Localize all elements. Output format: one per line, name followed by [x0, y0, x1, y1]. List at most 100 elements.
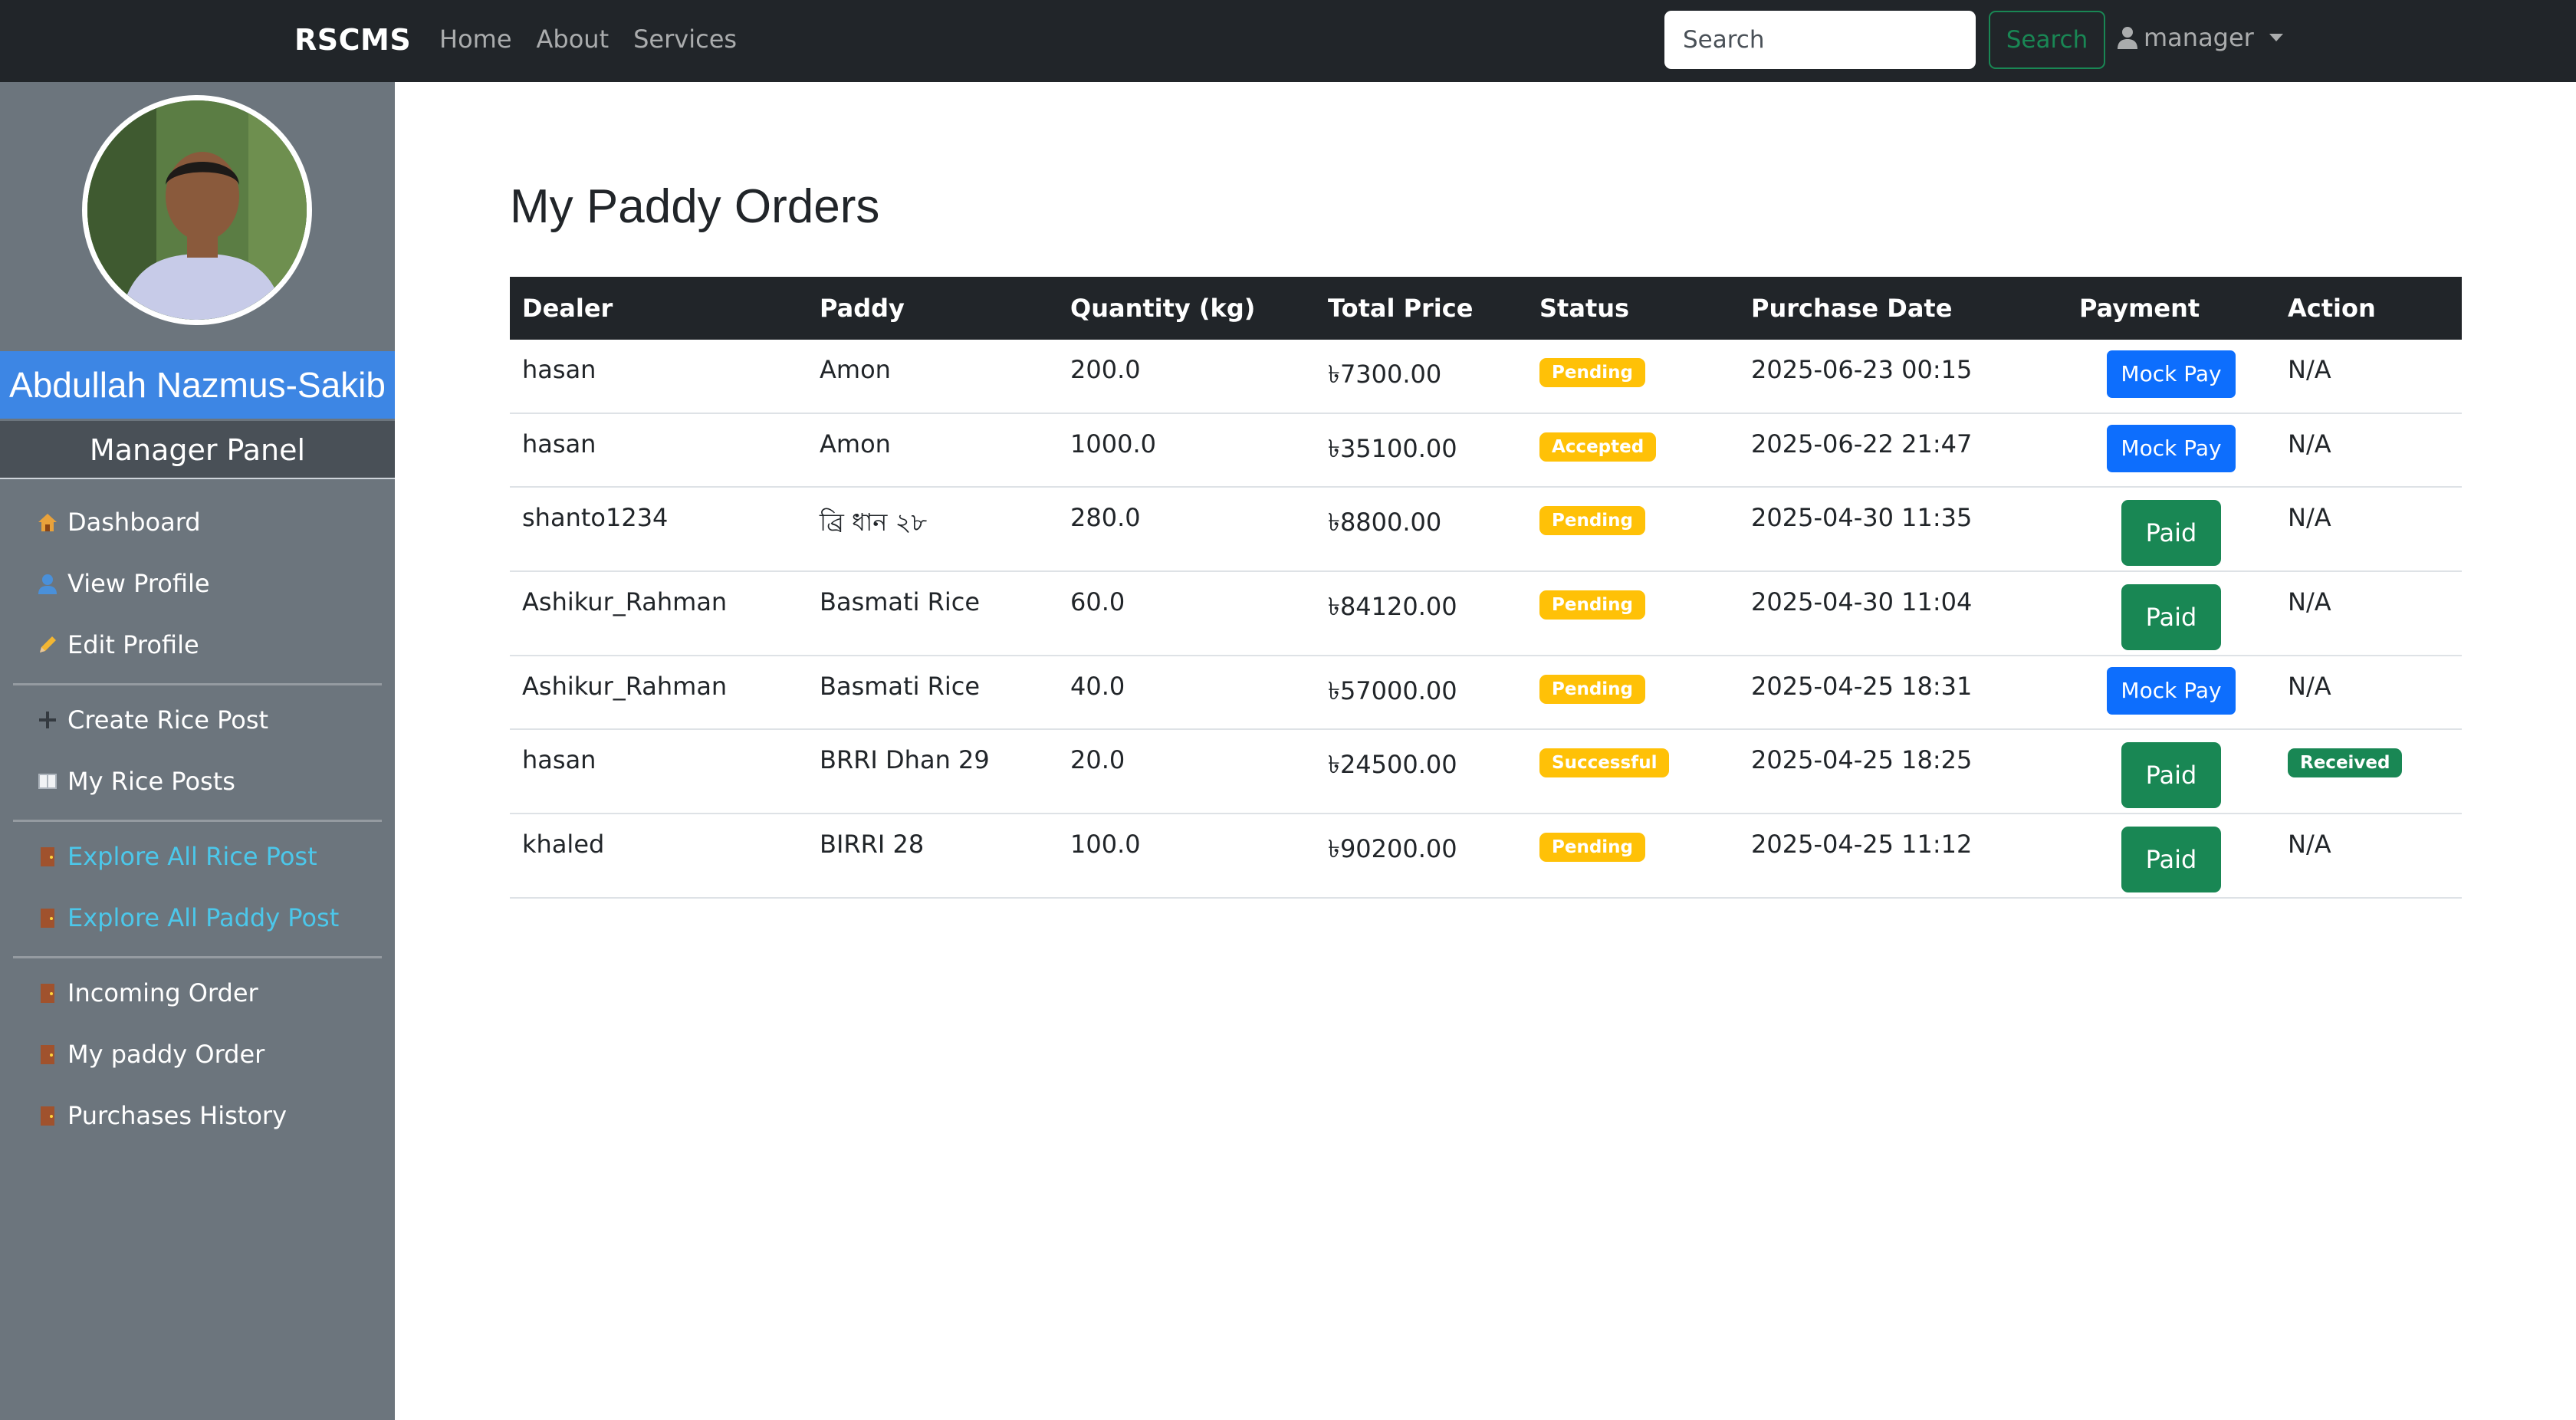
cell-status: Pending	[1527, 487, 1739, 572]
table-row: Ashikur_Rahman Basmati Rice 60.0 ৳84120.…	[510, 571, 2462, 656]
user-icon	[2118, 26, 2137, 49]
chevron-down-icon	[2269, 34, 2283, 41]
cell-total-price: ৳8800.00	[1316, 487, 1527, 572]
sidebar-item-view-profile[interactable]: View Profile	[35, 569, 210, 598]
cell-purchase-date: 2025-04-30 11:35	[1739, 487, 2067, 572]
cell-dealer: khaled	[510, 814, 807, 899]
cell-status: Accepted	[1527, 413, 1739, 488]
sidebar-item-label: Explore All Paddy Post	[67, 903, 340, 932]
status-badge: Pending	[1539, 506, 1646, 535]
column-header-dealer: Dealer	[522, 294, 613, 323]
cell-total-price: ৳84120.00	[1316, 571, 1527, 656]
paid-button[interactable]: Paid	[2121, 827, 2222, 892]
search-input[interactable]	[1664, 11, 1976, 69]
table-row: hasan Amon 200.0 ৳7300.00 Pending 2025-0…	[510, 340, 2462, 414]
sidebar-item-label: View Profile	[67, 569, 210, 598]
sidebar-item-explore-rice[interactable]: Explore All Rice Post	[35, 842, 317, 871]
status-badge: Pending	[1539, 675, 1646, 704]
table-header-row: Dealer Paddy Quantity (kg) Total Price S…	[510, 277, 2462, 340]
nav-link-home[interactable]: Home	[439, 25, 512, 54]
sidebar-item-create-rice-post[interactable]: Create Rice Post	[35, 705, 268, 735]
cell-action: N/A	[2275, 413, 2462, 488]
cell-payment: Paid	[2067, 729, 2275, 814]
user-label: manager	[2144, 23, 2254, 52]
sidebar-item-label: Incoming Order	[67, 978, 258, 1007]
cell-paddy: ব্রি ধান ২৮	[807, 487, 1058, 572]
cell-purchase-date: 2025-04-30 11:04	[1739, 571, 2067, 656]
top-navbar: RSCMS Home About Services Search manager	[0, 0, 2576, 82]
sidebar-item-label: Explore All Rice Post	[67, 842, 317, 871]
mock-pay-button[interactable]: Mock Pay	[2107, 425, 2236, 472]
column-header-quantity: Quantity (kg)	[1070, 294, 1256, 323]
sidebar-divider	[13, 820, 382, 822]
cell-quantity: 20.0	[1058, 729, 1316, 814]
column-header-paddy: Paddy	[820, 294, 905, 323]
cell-total-price: ৳7300.00	[1316, 340, 1527, 414]
sidebar-item-purchases-history[interactable]: Purchases History	[35, 1101, 287, 1130]
door-icon	[35, 906, 60, 930]
sidebar-item-label: Edit Profile	[67, 630, 199, 659]
cell-dealer: hasan	[510, 340, 807, 414]
sidebar-item-label: My Rice Posts	[67, 767, 235, 796]
cell-dealer: hasan	[510, 729, 807, 814]
sidebar-divider	[13, 683, 382, 685]
user-icon	[35, 571, 60, 596]
column-header-payment: Payment	[2079, 294, 2200, 323]
cell-payment: Mock Pay	[2067, 413, 2275, 488]
user-dropdown[interactable]: manager	[2118, 23, 2283, 52]
cell-purchase-date: 2025-04-25 18:31	[1739, 656, 2067, 730]
sidebar-item-edit-profile[interactable]: Edit Profile	[35, 630, 199, 659]
sidebar-item-dashboard[interactable]: Dashboard	[35, 508, 201, 537]
door-icon	[35, 1103, 60, 1128]
mock-pay-button[interactable]: Mock Pay	[2107, 350, 2236, 398]
cell-status: Pending	[1527, 814, 1739, 899]
cell-payment: Paid	[2067, 487, 2275, 572]
house-icon	[35, 510, 60, 534]
status-badge: Pending	[1539, 833, 1646, 862]
brand-logo[interactable]: RSCMS	[294, 23, 411, 57]
cell-status: Pending	[1527, 340, 1739, 414]
avatar	[82, 95, 312, 325]
table-row: shanto1234 ব্রি ধান ২৮ 280.0 ৳8800.00 Pe…	[510, 487, 2462, 572]
column-header-status: Status	[1539, 294, 1630, 323]
search-button[interactable]: Search	[1989, 11, 2105, 69]
nav-link-about[interactable]: About	[537, 25, 610, 54]
cell-action: N/A	[2275, 814, 2462, 899]
cell-dealer: shanto1234	[510, 487, 807, 572]
column-header-action: Action	[2288, 294, 2376, 323]
sidebar-item-label: Dashboard	[67, 508, 201, 537]
cell-paddy: BRRI Dhan 29	[807, 729, 1058, 814]
paid-button[interactable]: Paid	[2121, 500, 2222, 566]
received-badge: Received	[2288, 748, 2403, 777]
cell-total-price: ৳90200.00	[1316, 814, 1527, 899]
cell-paddy: Amon	[807, 413, 1058, 488]
status-badge: Pending	[1539, 590, 1646, 620]
pencil-icon	[35, 633, 60, 657]
sidebar-item-incoming-order[interactable]: Incoming Order	[35, 978, 258, 1007]
nav-links: Home About Services	[439, 25, 737, 54]
cell-total-price: ৳24500.00	[1316, 729, 1527, 814]
panel-title: Manager Panel	[0, 421, 395, 479]
sidebar-item-label: Create Rice Post	[67, 705, 269, 735]
cell-dealer: Ashikur_Rahman	[510, 571, 807, 656]
cell-payment: Paid	[2067, 571, 2275, 656]
cell-payment: Mock Pay	[2067, 656, 2275, 730]
cell-total-price: ৳35100.00	[1316, 413, 1527, 488]
cell-quantity: 280.0	[1058, 487, 1316, 572]
nav-link-services[interactable]: Services	[633, 25, 737, 54]
cell-dealer: Ashikur_Rahman	[510, 656, 807, 730]
table-row: hasan BRRI Dhan 29 20.0 ৳24500.00 Succes…	[510, 729, 2462, 814]
door-icon	[35, 844, 60, 869]
cell-total-price: ৳57000.00	[1316, 656, 1527, 730]
sidebar-item-explore-paddy[interactable]: Explore All Paddy Post	[35, 903, 339, 932]
cell-quantity: 40.0	[1058, 656, 1316, 730]
paid-button[interactable]: Paid	[2121, 742, 2222, 808]
cell-action: Received	[2275, 729, 2462, 814]
sidebar-item-my-paddy-order[interactable]: My paddy Order	[35, 1040, 264, 1069]
sidebar-item-my-rice-posts[interactable]: My Rice Posts	[35, 767, 235, 796]
mock-pay-button[interactable]: Mock Pay	[2107, 667, 2236, 715]
sidebar: Abdullah Nazmus-Sakib Manager Panel Dash…	[0, 82, 395, 1420]
sidebar-item-label: Purchases History	[67, 1101, 287, 1130]
cell-status: Pending	[1527, 656, 1739, 730]
paid-button[interactable]: Paid	[2121, 584, 2222, 650]
